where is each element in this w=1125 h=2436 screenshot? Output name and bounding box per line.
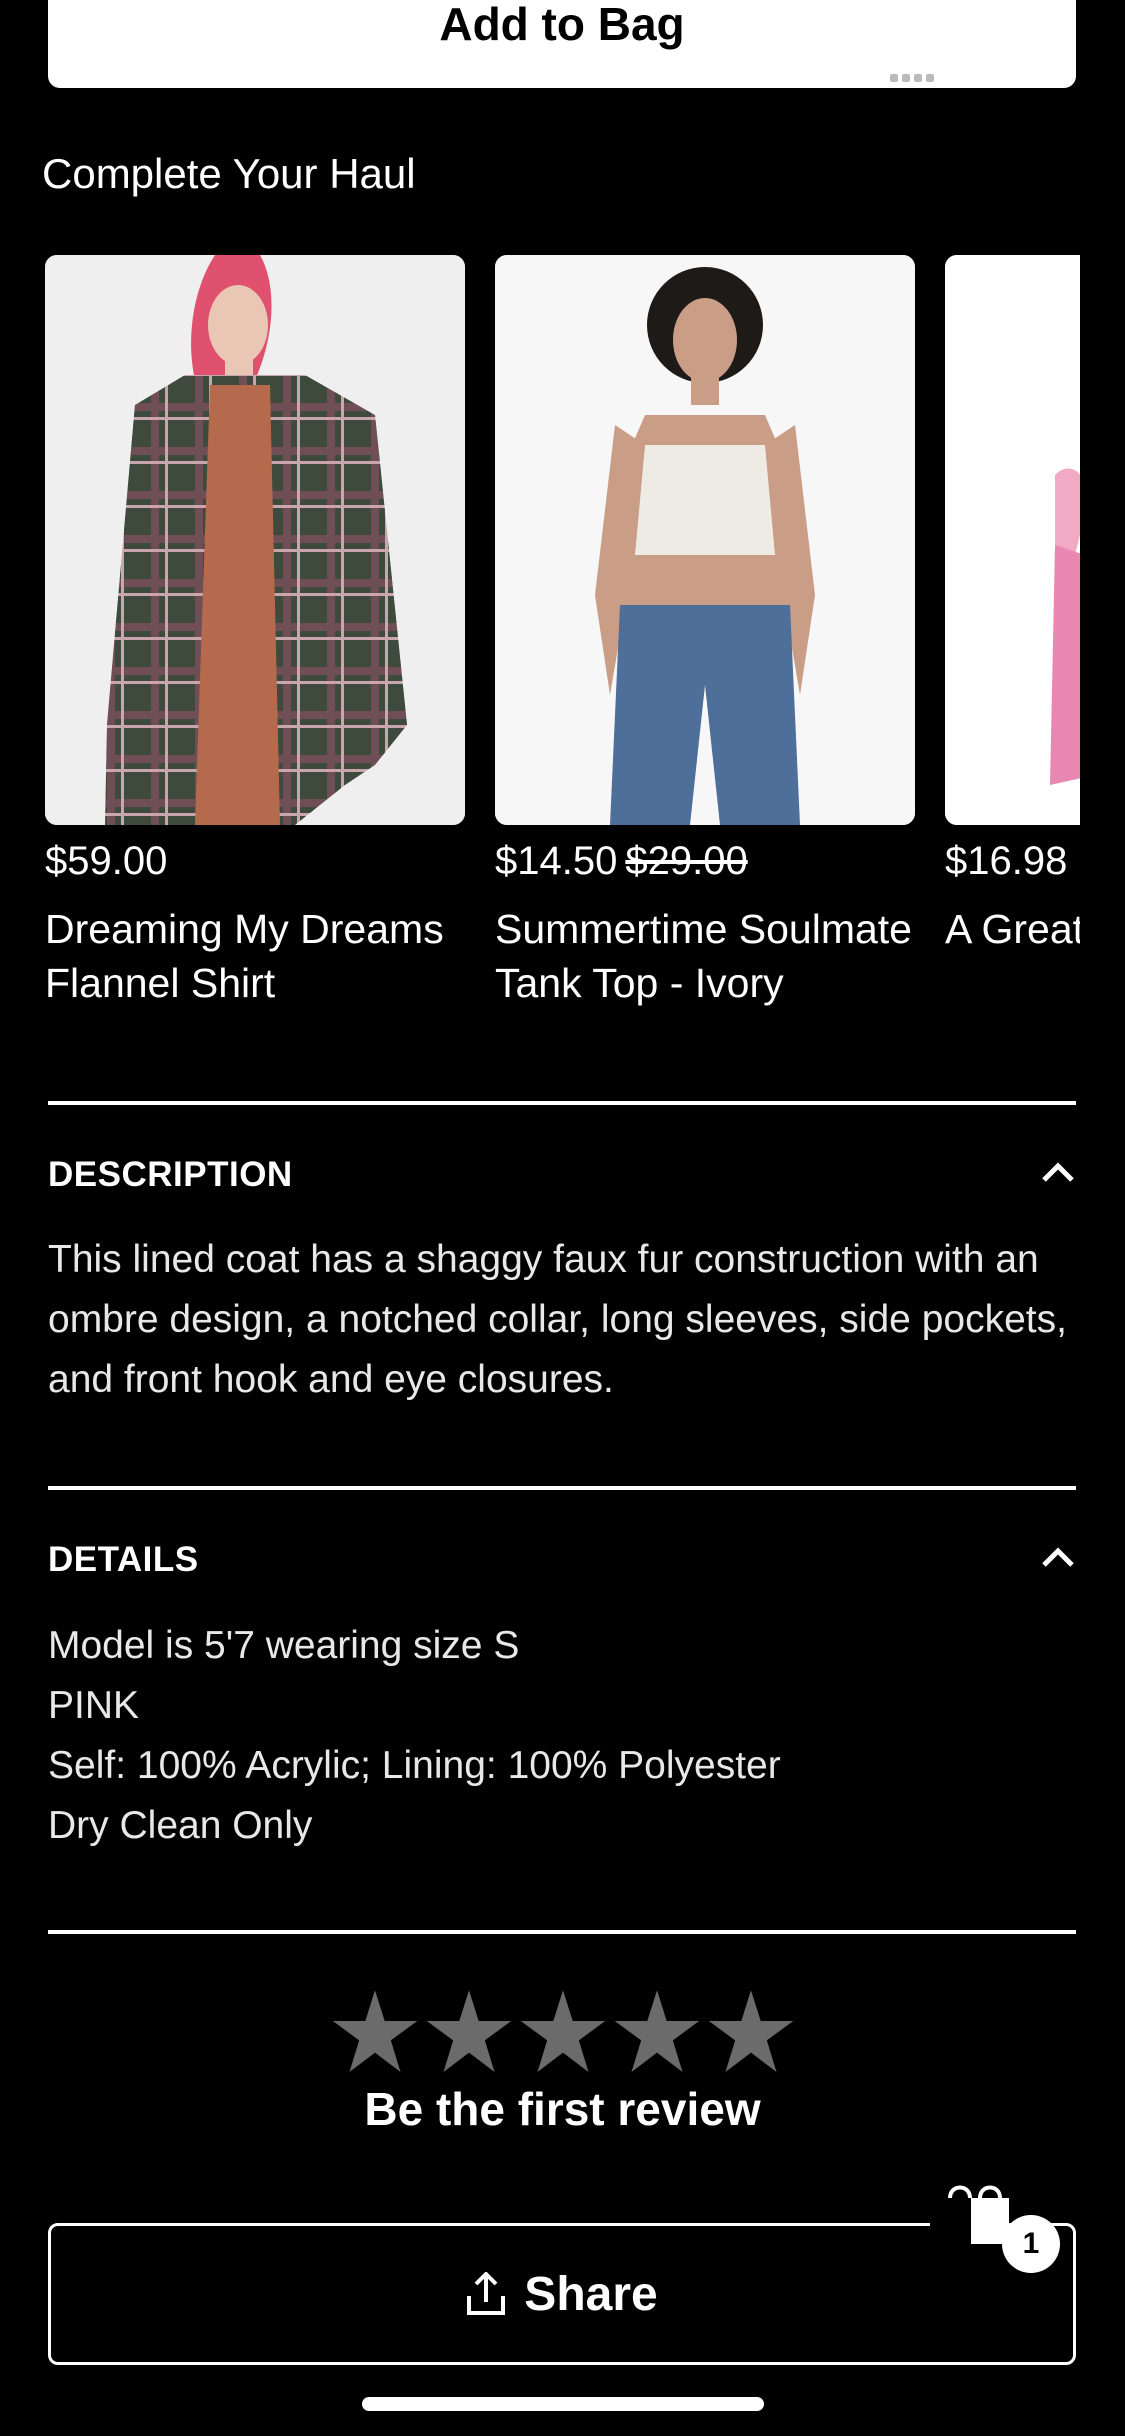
star-icon	[614, 1990, 699, 2073]
description-text: This lined coat has a shaggy faux fur co…	[48, 1238, 1067, 1401]
product-price: $16.98	[945, 839, 1068, 883]
product-image[interactable]	[495, 255, 915, 825]
product-name[interactable]: A Great Top	[945, 902, 1080, 956]
section-title: Complete Your Haul	[42, 150, 416, 197]
chevron-up-icon[interactable]	[1038, 1537, 1078, 1577]
product-card[interactable]: $16.98 A Great Top	[945, 255, 1080, 956]
product-image[interactable]	[45, 255, 465, 825]
description-heading[interactable]: DESCRIPTION	[48, 1155, 293, 1195]
star-icon	[520, 1990, 605, 2073]
product-card[interactable]: $14.50 $29.00 Summertime Soulmate Tank To…	[495, 255, 915, 1010]
details-item: Self: 100% Acrylic; Lining: 100% Polyest…	[48, 1744, 781, 1787]
original-price: $29.00	[625, 839, 748, 883]
first-review-link[interactable]: Be the first review	[0, 2082, 1125, 2136]
chevron-up-icon[interactable]	[1038, 1152, 1078, 1192]
divider	[48, 1101, 1076, 1105]
bag-count-badge: 1	[1002, 2215, 1060, 2273]
product-price: $14.50 $29.00	[495, 839, 748, 883]
star-icon	[332, 1990, 417, 2073]
star-icon	[708, 1990, 793, 2073]
home-indicator[interactable]	[362, 2397, 764, 2411]
product-price: $59.00	[45, 839, 168, 883]
product-card[interactable]: $59.00 Dreaming My Dreams Flannel Shirt	[45, 255, 465, 1010]
product-carousel[interactable]: $59.00 Dreaming My Dreams Flannel Shirt …	[0, 255, 1080, 1035]
add-to-bag-button[interactable]: Add to Bag	[48, 0, 1076, 88]
details-item: PINK	[48, 1684, 140, 1727]
divider	[48, 1486, 1076, 1490]
details-item: Dry Clean Only	[48, 1804, 313, 1847]
star-rating[interactable]	[0, 1990, 1125, 2074]
share-button[interactable]: Share	[48, 2223, 1076, 2365]
bag-count: 1	[1022, 2227, 1040, 2260]
share-icon	[467, 2272, 506, 2315]
product-name[interactable]: Dreaming My Dreams Flannel Shirt	[45, 902, 465, 1010]
details-heading[interactable]: DETAILS	[48, 1540, 199, 1580]
bag-button[interactable]: 1	[930, 2170, 1060, 2300]
drag-handle-icon	[890, 74, 934, 82]
share-label: Share	[524, 2267, 658, 2321]
details-item: Model is 5'7 wearing size S	[48, 1624, 520, 1667]
add-to-bag-label: Add to Bag	[439, 0, 685, 50]
product-image[interactable]	[945, 255, 1080, 825]
star-icon	[426, 1990, 511, 2073]
product-name[interactable]: Summertime Soulmate Tank Top - Ivory	[495, 902, 915, 1010]
divider	[48, 1930, 1076, 1934]
details-list: Model is 5'7 wearing size S PINK Self: 1…	[48, 1616, 781, 1856]
